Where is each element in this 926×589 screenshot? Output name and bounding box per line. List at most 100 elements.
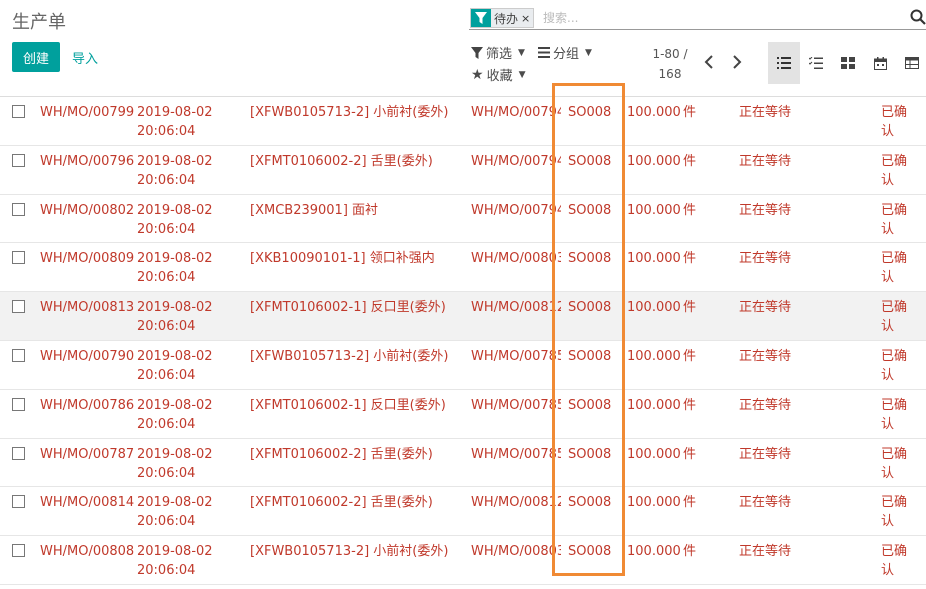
scheduled-date: 2019-08-02 20:06:04 [137, 152, 213, 190]
unit-of-measure: 件 [683, 251, 697, 267]
pager-next-button[interactable] [732, 54, 742, 73]
table-row[interactable]: WH/MO/00787 2019-08-02 20:06:04 [XFMT010600… [0, 439, 926, 488]
scheduled-date-time: 20:06:04 [137, 172, 196, 188]
star-icon: ★ [471, 66, 484, 83]
production-order-list: WH/MO/00799 2019-08-02 20:06:04 [XFWB010571… [0, 96, 926, 585]
scheduled-date-time: 20:06:04 [137, 514, 196, 530]
pager[interactable]: 1-80 / 168 [648, 44, 692, 84]
source-document: WH/MO/00785 [471, 446, 561, 462]
unit-of-measure: 件 [683, 397, 697, 413]
table-row[interactable]: WH/MO/00786 2019-08-02 20:06:04 [XFMT010600… [0, 390, 926, 439]
scheduled-date-time: 20:06:04 [137, 367, 196, 383]
list-view-button[interactable] [768, 42, 800, 84]
table-row[interactable]: WH/MO/00813 2019-08-02 20:06:04 [XFMT010600… [0, 292, 926, 341]
scheduled-date: 2019-08-02 20:06:04 [137, 298, 213, 336]
scheduled-date-time: 20:06:04 [137, 270, 196, 286]
source-document: WH/MO/00794 [471, 153, 561, 169]
unit-of-measure: 件 [683, 544, 697, 560]
row-checkbox[interactable] [12, 153, 25, 167]
table-row[interactable]: WH/MO/00799 2019-08-02 20:06:04 [XFWB010571… [0, 97, 926, 146]
scheduled-date-day: 2019-08-02 [137, 397, 213, 413]
source-document: WH/MO/00785 [471, 348, 561, 364]
scheduled-date: 2019-08-02 20:06:04 [137, 445, 213, 483]
availability-status: 正在等待 [739, 544, 792, 560]
pager-range[interactable]: 1-80 / [648, 44, 692, 64]
scheduled-date-day: 2019-08-02 [137, 495, 213, 511]
search-input[interactable]: 搜索... [543, 9, 578, 26]
scheduled-date-day: 2019-08-02 [137, 446, 213, 462]
filter-label: 筛选 [486, 47, 513, 62]
row-checkbox[interactable] [12, 300, 25, 314]
scheduled-date-day: 2019-08-02 [137, 105, 213, 120]
unit-of-measure: 件 [683, 105, 697, 120]
source-document: WH/MO/00785 [471, 397, 561, 413]
scheduled-date: 2019-08-02 20:06:04 [137, 493, 213, 531]
facet-label: 待办 [494, 11, 519, 26]
row-checkbox[interactable] [12, 397, 25, 411]
create-button[interactable]: 创建 [12, 42, 60, 72]
scheduled-date: 2019-08-02 20:06:04 [137, 347, 213, 385]
pager-previous-button[interactable] [704, 54, 714, 73]
scheduled-date-time: 20:06:04 [137, 124, 196, 139]
sales-order: SO008 [568, 300, 612, 316]
sales-order: SO008 [568, 348, 612, 364]
order-state: 已确认 [881, 348, 908, 383]
quantity: 100.000 [627, 495, 681, 511]
scheduled-date-time: 20:06:04 [137, 221, 196, 237]
table-row[interactable]: WH/MO/00809 2019-08-02 20:06:04 [XKB1009010… [0, 243, 926, 293]
calendar-view-button[interactable] [864, 42, 896, 84]
order-state: 已确认 [881, 544, 908, 579]
search-facet[interactable]: 待办 × [470, 8, 535, 28]
filter-dropdown[interactable]: 筛选 ▼ [471, 43, 525, 62]
availability-status: 正在等待 [739, 153, 792, 169]
quantity: 100.000 [627, 544, 681, 560]
activity-view-button[interactable] [800, 42, 832, 84]
bars-icon [538, 47, 550, 58]
table-row[interactable]: WH/MO/00790 2019-08-02 20:06:04 [XFWB010571… [0, 341, 926, 390]
row-checkbox[interactable] [12, 251, 25, 265]
search-icon[interactable] [910, 9, 926, 29]
unit-of-measure: 件 [683, 202, 697, 218]
source-document: WH/MO/00794 [471, 202, 561, 218]
table-icon [905, 57, 919, 69]
mo-reference: WH/MO/00813 [40, 300, 135, 316]
row-checkbox[interactable] [12, 202, 25, 216]
kanban-view-button[interactable] [832, 42, 864, 84]
scheduled-date-day: 2019-08-02 [137, 300, 213, 316]
caret-down-icon: ▼ [518, 69, 526, 80]
search-bar[interactable]: 待办 × 搜索... [469, 6, 926, 30]
row-checkbox[interactable] [12, 105, 25, 118]
row-checkbox[interactable] [12, 446, 25, 460]
table-row[interactable]: WH/MO/00796 2019-08-02 20:06:04 [XFMT010600… [0, 146, 926, 195]
mo-reference: WH/MO/00814 [40, 495, 135, 511]
pivot-view-button[interactable] [896, 42, 926, 84]
sales-order: SO008 [568, 202, 612, 218]
table-row[interactable]: WH/MO/00814 2019-08-02 20:06:04 [XFMT010600… [0, 487, 926, 537]
order-state: 已确认 [881, 202, 908, 237]
facet-remove-icon[interactable]: × [521, 12, 533, 25]
sales-order: SO008 [568, 544, 612, 560]
order-state: 已确认 [881, 397, 908, 432]
sales-order: SO008 [568, 495, 612, 511]
import-button[interactable]: 导入 [72, 48, 98, 67]
scheduled-date-time: 20:06:04 [137, 319, 196, 335]
mo-reference: WH/MO/00808 [40, 544, 135, 560]
product-name: [XMCB239001] 面衬 [250, 202, 379, 218]
row-checkbox[interactable] [12, 495, 25, 509]
unit-of-measure: 件 [683, 153, 697, 169]
product-name: [XFWB0105713-2] 小前衬(委外) [250, 544, 449, 560]
group-by-dropdown[interactable]: 分组 ▼ [538, 43, 592, 62]
table-row[interactable]: WH/MO/00808 2019-08-02 20:06:04 [XFWB010571… [0, 536, 926, 585]
quantity: 100.000 [627, 251, 681, 267]
scheduled-date-day: 2019-08-02 [137, 544, 213, 560]
caret-down-icon: ▼ [518, 47, 525, 58]
row-checkbox[interactable] [12, 544, 25, 558]
favorites-dropdown[interactable]: ★ 收藏 ▼ [471, 65, 526, 85]
scheduled-date-day: 2019-08-02 [137, 202, 213, 218]
order-state: 已确认 [881, 153, 908, 188]
table-row[interactable]: WH/MO/00802 2019-08-02 20:06:04 [XMCB239001… [0, 195, 926, 244]
product-name: [XFWB0105713-2] 小前衬(委外) [250, 105, 449, 120]
mo-reference: WH/MO/00799 [40, 105, 135, 120]
availability-status: 正在等待 [739, 495, 792, 511]
row-checkbox[interactable] [12, 348, 25, 362]
